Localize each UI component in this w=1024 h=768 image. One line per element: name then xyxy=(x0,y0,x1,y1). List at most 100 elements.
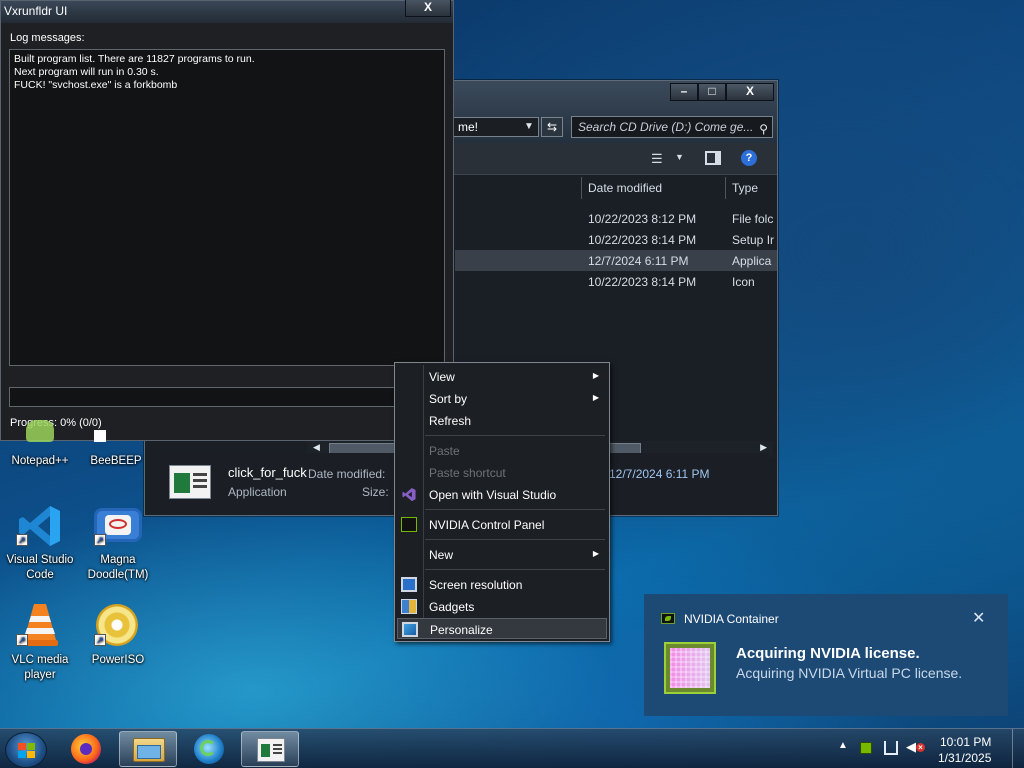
menu-separator xyxy=(425,509,605,510)
search-icon[interactable]: ⚲ xyxy=(759,119,768,139)
taskbar-explorer[interactable] xyxy=(119,731,177,767)
menu-item-view[interactable]: View ▶ xyxy=(397,366,607,387)
progress-text: Progress: 0% (0/0) xyxy=(10,417,102,429)
desktop-context-menu[interactable]: View ▶ Sort by ▶ Refresh Paste Paste sho… xyxy=(394,362,610,642)
show-hidden-icons-arrow[interactable]: ▲ xyxy=(838,740,848,751)
details-date-value: 12/7/2024 6:11 PM xyxy=(609,467,710,481)
menu-item-new[interactable]: New ▶ xyxy=(397,544,607,565)
application-file-icon xyxy=(169,465,211,499)
file-date: 12/7/2024 6:11 PM xyxy=(588,254,689,268)
clock-date[interactable]: 1/31/2025 xyxy=(938,751,991,765)
volume-icon[interactable]: ◀ xyxy=(906,739,916,755)
desktop-icon-label: PowerISO xyxy=(91,654,145,666)
desktop-icon-magna-doodle[interactable]: ↗ Magna Doodle(TM) xyxy=(78,500,158,586)
close-button[interactable]: X xyxy=(726,83,774,101)
nvidia-tray-icon[interactable] xyxy=(860,742,872,754)
desktop-icon-visual-studio-code[interactable]: ↗ Visual Studio Code xyxy=(0,500,80,586)
maximize-button[interactable]: □ xyxy=(698,83,726,101)
desktop-icon-label: Notepad++ xyxy=(11,455,69,467)
column-separator[interactable] xyxy=(581,177,582,199)
log-line: Next program will run in 0.30 s. xyxy=(14,66,159,78)
taskbar-vxrunfldr[interactable] xyxy=(241,731,299,767)
column-date-modified[interactable]: Date modified xyxy=(588,181,662,195)
log-titlebar[interactable]: Vxrunfldr UI X xyxy=(1,0,453,23)
folder-icon xyxy=(133,738,165,762)
desktop-icon-label: Visual Studio Code xyxy=(6,554,74,581)
details-date-label: Date modified: xyxy=(308,467,386,481)
menu-item-open-with-visual-studio[interactable]: Open with Visual Studio xyxy=(397,484,607,505)
refresh-icon[interactable]: ⇆ xyxy=(541,117,563,137)
network-icon[interactable] xyxy=(884,741,898,755)
nvidia-icon xyxy=(401,517,417,532)
file-row[interactable]: 10/22/2023 8:14 PM Setup Ir xyxy=(455,229,777,250)
menu-item-label: View xyxy=(429,370,455,384)
menu-item-label: Refresh xyxy=(429,414,472,428)
progress-bar xyxy=(9,387,445,407)
search-placeholder: Search CD Drive (D:) Come ge... xyxy=(578,120,754,134)
desktop-icon-notepad-plus-plus[interactable]: Notepad++ xyxy=(0,420,80,472)
windows-logo-icon xyxy=(18,743,36,759)
menu-item-refresh[interactable]: Refresh xyxy=(397,410,607,431)
search-input[interactable]: Search CD Drive (D:) Come ge... ⚲ xyxy=(571,116,773,138)
show-desktop-button[interactable] xyxy=(1012,729,1024,768)
file-type: Icon xyxy=(732,275,755,289)
column-type[interactable]: Type xyxy=(732,181,758,195)
log-line: FUCK! "svchost.exe" is a forkbomb xyxy=(14,79,178,91)
close-icon[interactable]: ✕ xyxy=(972,608,985,628)
start-button[interactable] xyxy=(5,732,47,768)
desktop-icon-vlc[interactable]: ↗ VLC media player xyxy=(0,600,80,686)
column-separator[interactable] xyxy=(725,177,726,199)
menu-item-label: NVIDIA Control Panel xyxy=(429,518,545,532)
nvidia-notification-toast[interactable]: NVIDIA Container ✕ Acquiring NVIDIA lice… xyxy=(644,594,1008,716)
desktop-icon-label: VLC media player xyxy=(11,654,69,681)
shortcut-arrow-icon: ↗ xyxy=(94,534,106,546)
menu-item-gadgets[interactable]: Gadgets xyxy=(397,596,607,617)
minimize-button[interactable]: – xyxy=(670,83,698,101)
menu-item-screen-resolution[interactable]: Screen resolution xyxy=(397,574,607,595)
submenu-arrow-icon: ▶ xyxy=(592,371,599,380)
column-headers: Date modified Type xyxy=(581,177,777,199)
scroll-right-icon[interactable]: ▶ xyxy=(760,442,767,453)
desktop-icon-beebeep[interactable]: BeeBEEP xyxy=(76,430,156,472)
log-window[interactable]: Vxrunfldr UI X Log messages: Built progr… xyxy=(0,0,454,441)
menu-item-label: Paste xyxy=(429,444,460,458)
menu-item-nvidia-control-panel[interactable]: NVIDIA Control Panel xyxy=(397,514,607,535)
desktop-icon-poweriso[interactable]: ↗ PowerISO xyxy=(78,600,158,686)
muted-icon: × xyxy=(916,743,925,752)
submenu-arrow-icon: ▶ xyxy=(592,393,599,402)
details-size-label: Size: xyxy=(362,485,389,499)
screen-resolution-icon xyxy=(401,577,417,592)
toast-body: Acquiring NVIDIA Virtual PC license. xyxy=(736,665,963,681)
taskbar: ▲ ◀ × 10:01 PM 1/31/2025 xyxy=(0,728,1024,768)
taskbar-firefox[interactable] xyxy=(58,731,116,767)
menu-item-paste-shortcut[interactable]: Paste shortcut xyxy=(397,462,607,483)
taskbar-browser[interactable] xyxy=(180,731,238,767)
menu-item-label: Screen resolution xyxy=(429,578,523,592)
change-view-icon[interactable]: ☰ xyxy=(651,151,663,167)
firefox-icon xyxy=(71,734,101,764)
shortcut-arrow-icon: ↗ xyxy=(16,634,28,646)
help-icon[interactable]: ? xyxy=(741,150,757,166)
file-date: 10/22/2023 8:12 PM xyxy=(588,212,697,226)
file-type: Applica xyxy=(732,254,772,268)
menu-item-label: Personalize xyxy=(430,623,493,637)
menu-item-sort-by[interactable]: Sort by ▶ xyxy=(397,388,607,409)
menu-item-label: Open with Visual Studio xyxy=(429,488,557,502)
menu-item-paste[interactable]: Paste xyxy=(397,440,607,461)
log-messages-box[interactable]: Built program list. There are 11827 prog… xyxy=(9,49,445,366)
clock-time[interactable]: 10:01 PM xyxy=(940,735,991,749)
file-row[interactable]: 10/22/2023 8:14 PM Icon xyxy=(455,271,777,292)
menu-item-personalize[interactable]: Personalize xyxy=(397,618,607,639)
scroll-left-icon[interactable]: ◀ xyxy=(313,442,320,453)
preview-pane-icon[interactable] xyxy=(705,151,721,165)
personalize-icon xyxy=(402,622,418,637)
close-button[interactable]: X xyxy=(405,0,451,17)
menu-separator xyxy=(425,569,605,570)
details-file-type: Application xyxy=(228,485,287,499)
address-dropdown-icon[interactable]: ▼ xyxy=(519,117,539,137)
file-row-selected[interactable]: 12/7/2024 6:11 PM Applica xyxy=(455,250,777,271)
menu-item-label: Gadgets xyxy=(429,600,475,614)
application-window-icon xyxy=(257,738,285,762)
file-row[interactable]: 10/22/2023 8:12 PM File folc xyxy=(455,208,777,229)
view-dropdown-icon[interactable]: ▼ xyxy=(675,152,684,162)
